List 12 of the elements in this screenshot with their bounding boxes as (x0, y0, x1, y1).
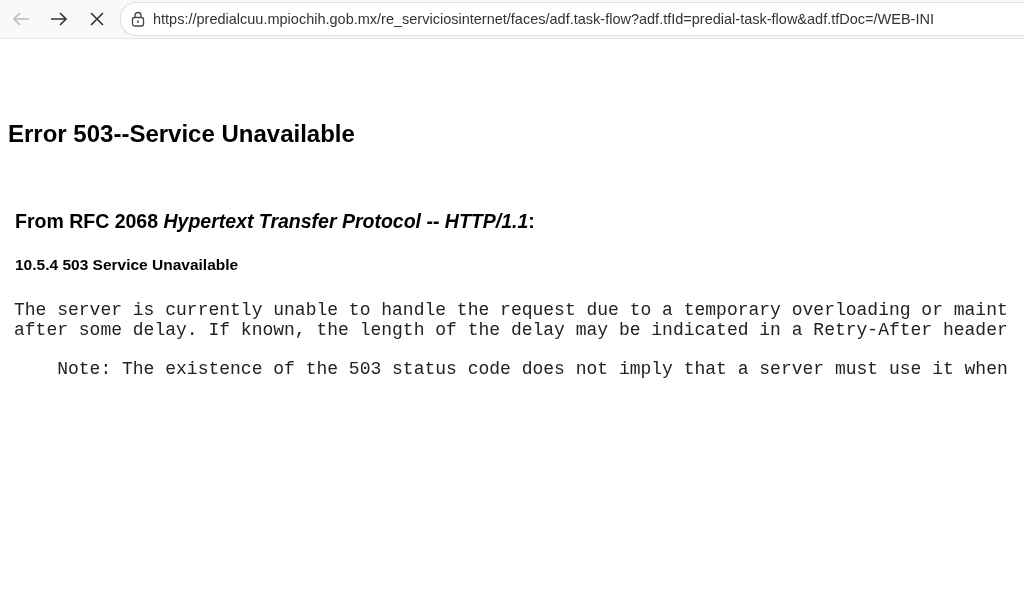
close-icon (90, 12, 104, 26)
body-text-line: The server is currently unable to handle the request due to a temporary overloading or maint (14, 300, 1009, 320)
address-bar[interactable]: https://predialcuu.mpiochih.gob.mx/re_serviciosinternet/faces/adf.task-flow?adf.tfId=predial-task-flow&adf.tfDoc=/WEB-INI (120, 2, 1024, 36)
forward-arrow-icon (49, 11, 69, 27)
url-text: https://predialcuu.mpiochih.gob.mx/re_serviciosinternet/faces/adf.task-flow?adf.tfId=predial-task-flow&adf.tfDoc=/WEB-INI (153, 11, 934, 27)
back-arrow-icon (11, 11, 31, 27)
error-title: Error 503--Service Unavailable (8, 120, 356, 148)
body-text-line: after some delay. If known, the length of the delay may be indicated in a Retry-After header (14, 320, 1009, 340)
source-heading: From RFC 2068 Hypertext Transfer Protocol -- HTTP/1.1: (15, 210, 536, 233)
lock-icon (131, 11, 145, 27)
section-heading: 10.5.4 503 Service Unavailable (15, 256, 240, 274)
note-text: Note: The existence of the 503 status code does not imply that a server must use it when (56, 359, 1009, 379)
